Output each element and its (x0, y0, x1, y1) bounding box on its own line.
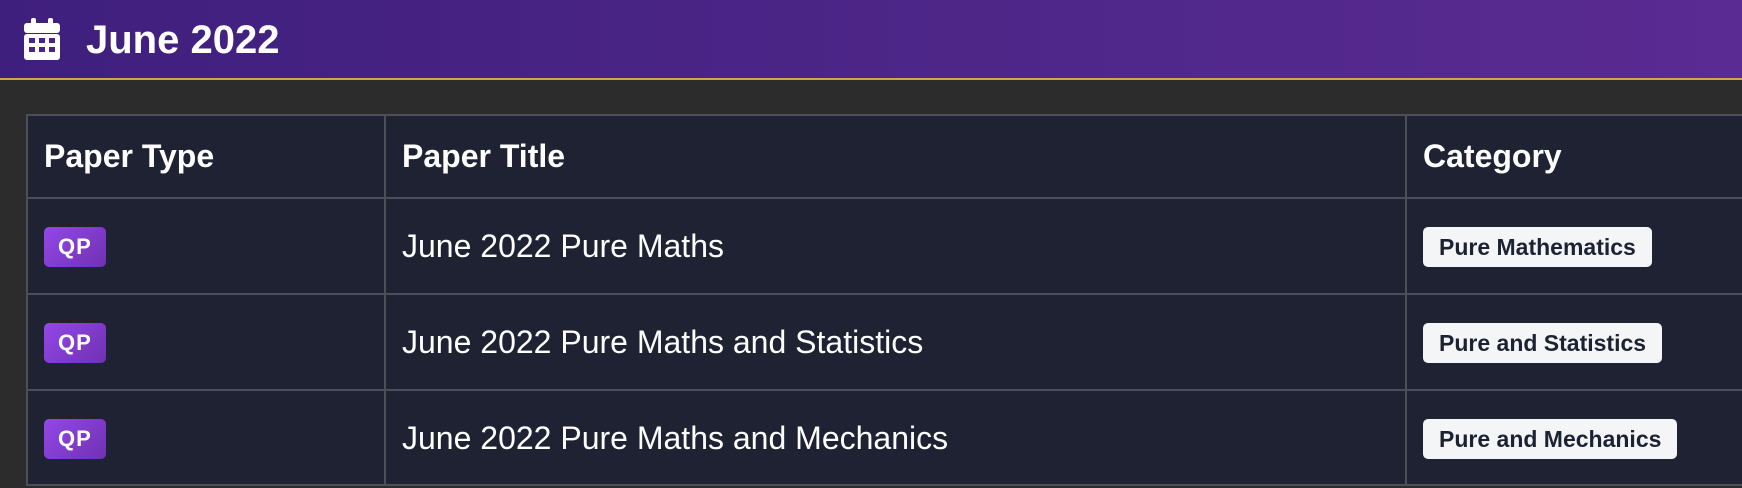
category-tag: Pure and Mechanics (1423, 418, 1678, 459)
paper-type-cell: QP (28, 390, 386, 484)
paper-type-cell: QP (28, 294, 386, 391)
calendar-icon (24, 18, 60, 60)
category-tag: Pure Mathematics (1423, 226, 1652, 267)
paper-title-link[interactable]: June 2022 Pure Maths (402, 228, 724, 265)
paper-type-cell: QP (28, 198, 386, 295)
column-header-paper-title: Paper Title (385, 116, 1407, 199)
table-row[interactable]: QP June 2022 Pure Maths Pure Mathematics (28, 198, 1742, 295)
page-header: June 2022 (0, 0, 1742, 80)
paper-type-badge[interactable]: QP (44, 227, 106, 267)
papers-table: Paper Type Paper Title Category QP June … (26, 114, 1742, 486)
table-header-row: Paper Type Paper Title Category (28, 116, 1742, 199)
paper-title-cell[interactable]: June 2022 Pure Maths (385, 198, 1407, 295)
paper-type-badge[interactable]: QP (44, 323, 106, 363)
paper-title-link[interactable]: June 2022 Pure Maths and Statistics (402, 324, 923, 361)
category-cell: Pure Mathematics (1406, 198, 1742, 295)
category-cell: Pure and Mechanics (1406, 390, 1742, 484)
page-title: June 2022 (86, 18, 280, 62)
paper-title-cell[interactable]: June 2022 Pure Maths and Mechanics (385, 390, 1407, 484)
paper-title-link[interactable]: June 2022 Pure Maths and Mechanics (402, 420, 948, 457)
table-row[interactable]: QP June 2022 Pure Maths and Mechanics Pu… (28, 390, 1742, 484)
table-row[interactable]: QP June 2022 Pure Maths and Statistics P… (28, 294, 1742, 391)
column-header-paper-type: Paper Type (28, 116, 386, 199)
category-tag: Pure and Statistics (1423, 322, 1663, 363)
paper-title-cell[interactable]: June 2022 Pure Maths and Statistics (385, 294, 1407, 391)
paper-type-badge[interactable]: QP (44, 419, 106, 459)
category-cell: Pure and Statistics (1406, 294, 1742, 391)
column-header-category: Category (1406, 116, 1742, 199)
